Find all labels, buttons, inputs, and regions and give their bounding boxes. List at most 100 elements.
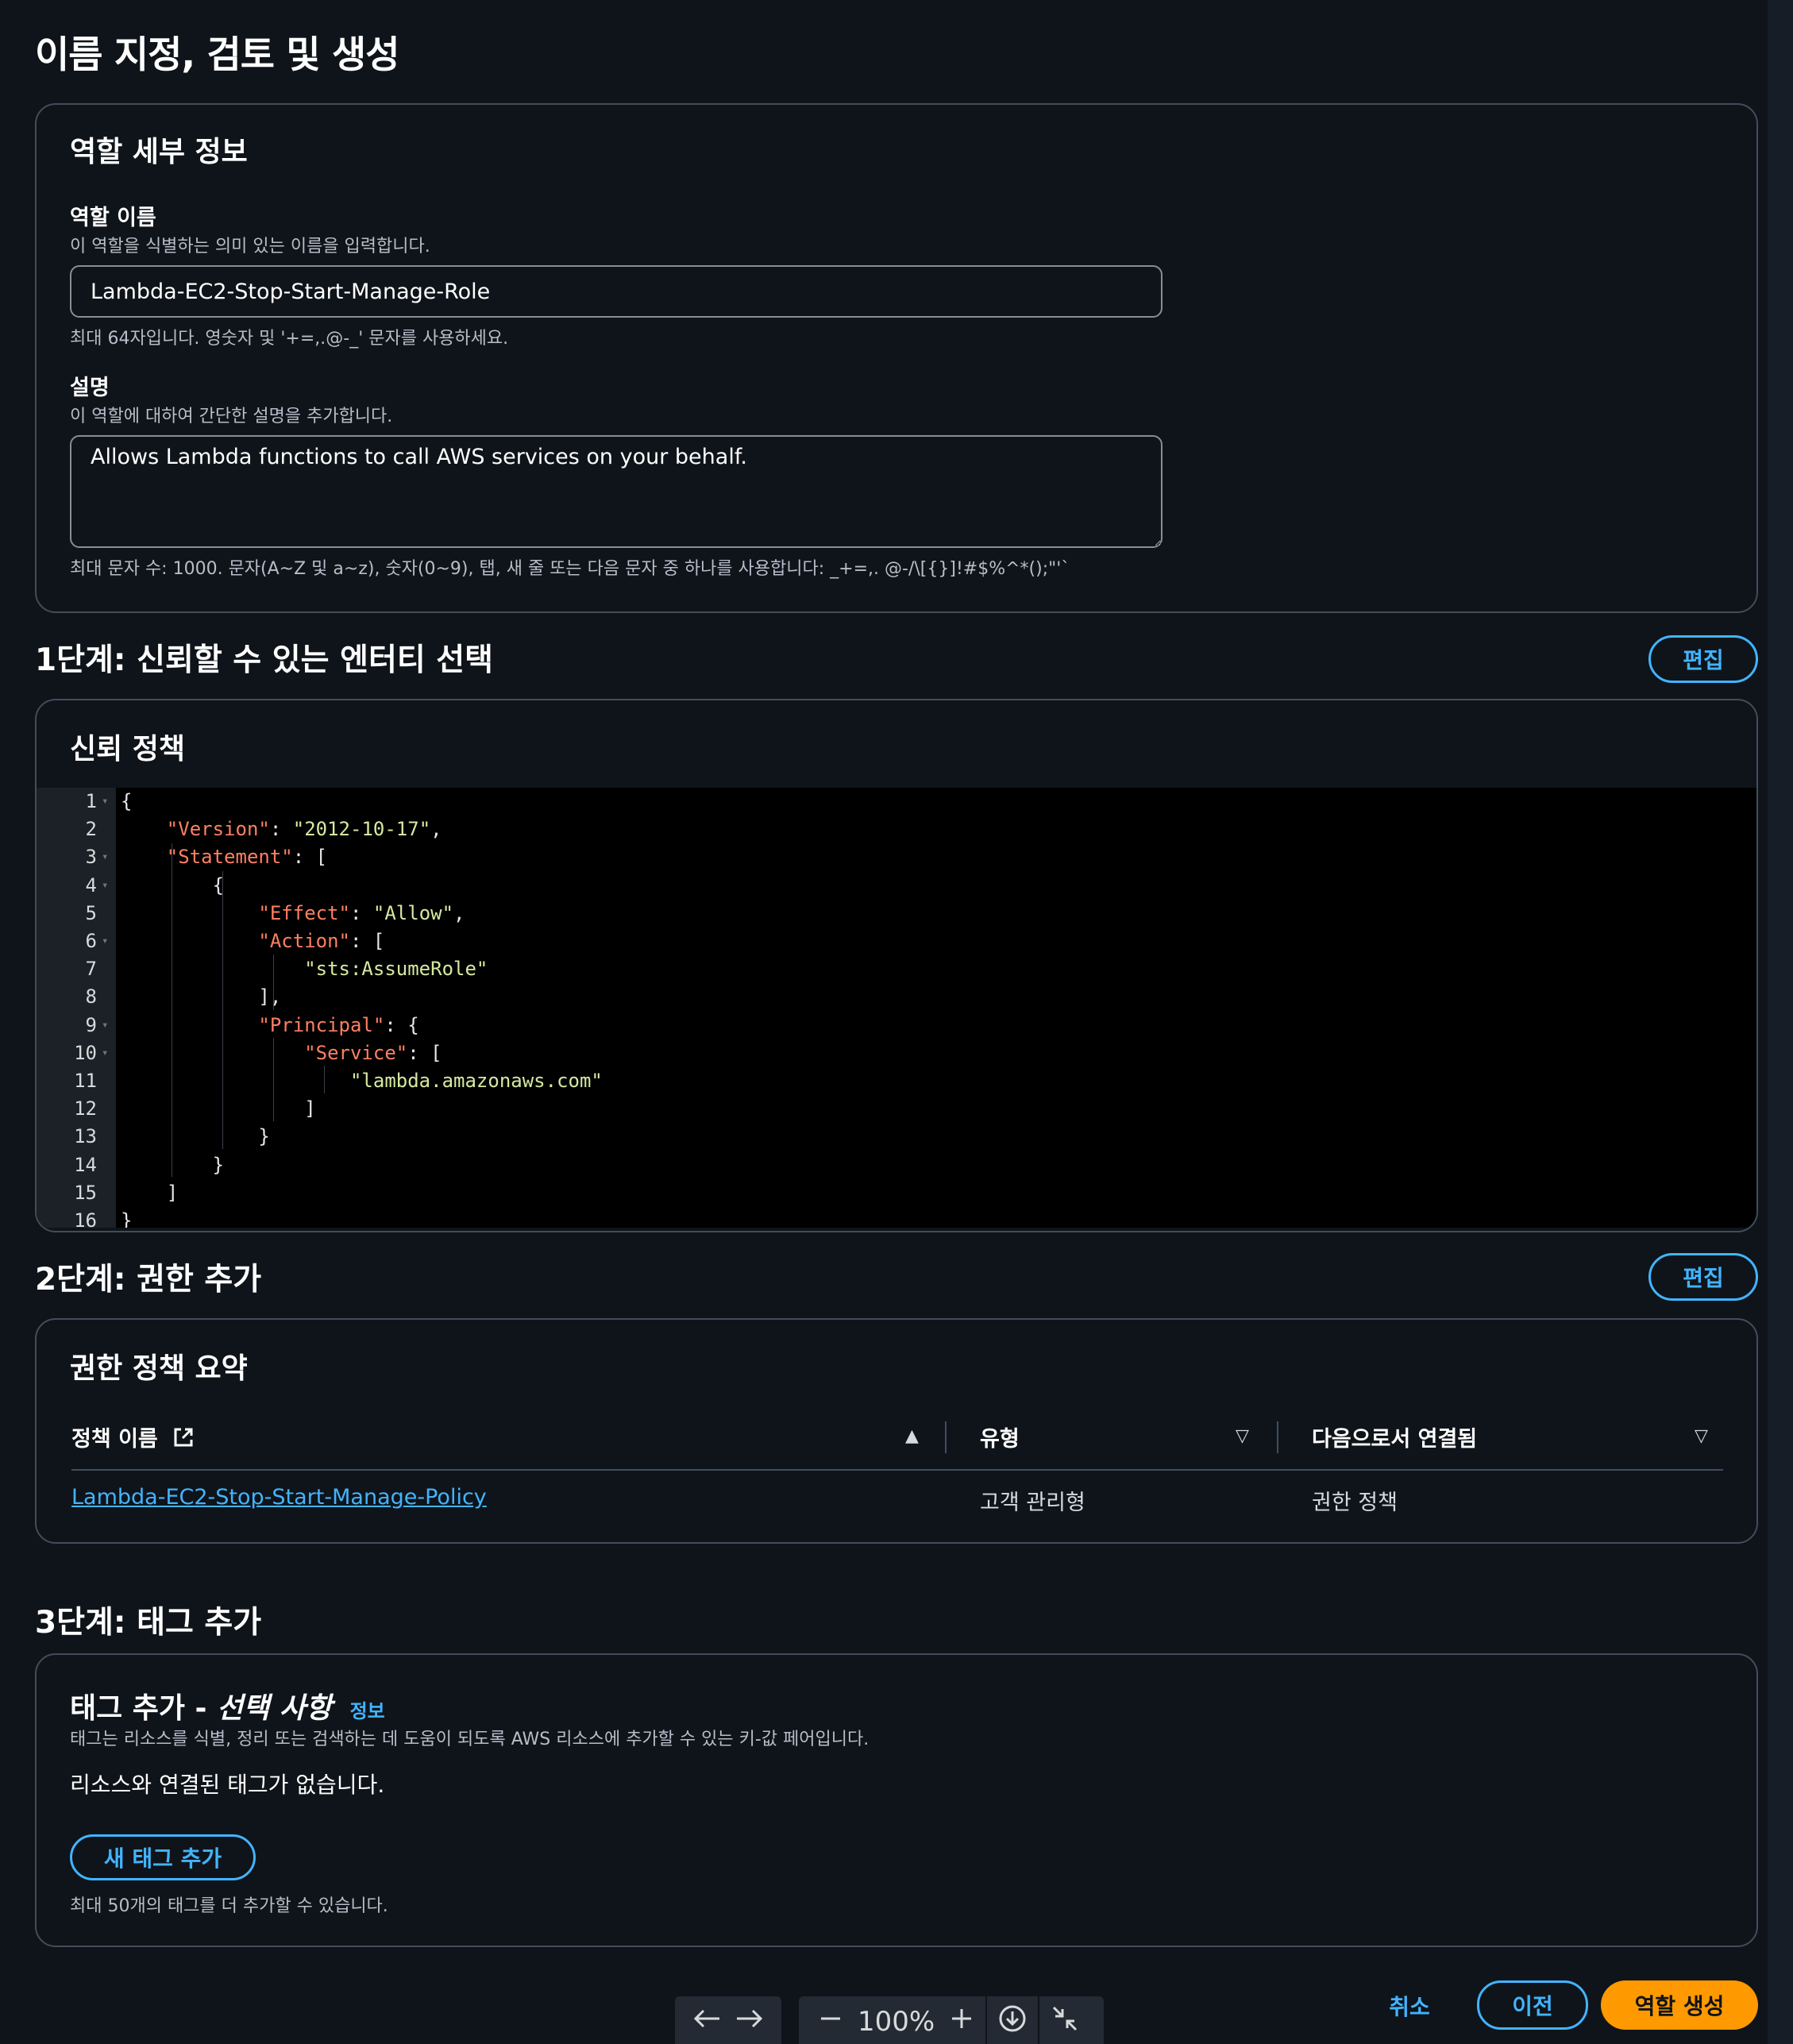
code-line: 4 ▾ { (37, 872, 1756, 900)
column-header-type[interactable]: 유형 (980, 1421, 1020, 1452)
line-number: 12 (74, 1097, 97, 1120)
code-line: 7 "sts:AssumeRole" (37, 955, 1756, 983)
line-number: 2 (85, 818, 97, 841)
column-separator (1277, 1421, 1278, 1453)
sort-descending-icon[interactable]: ▽ (1236, 1426, 1249, 1446)
code-line: 14 } (37, 1151, 1756, 1179)
code-text: "lambda.amazonaws.com" (349, 1070, 603, 1092)
arrow-right-icon[interactable] (734, 2006, 765, 2038)
column-separator (945, 1421, 947, 1453)
fold-arrow-icon[interactable]: ▾ (102, 1012, 108, 1039)
line-number: 16 (74, 1209, 97, 1228)
line-number: 11 (74, 1070, 97, 1092)
fold-arrow-icon[interactable]: ▾ (102, 872, 108, 900)
tag-limit-hint: 최대 50개의 태그를 더 추가할 수 있습니다. (70, 1896, 388, 1916)
role-name-hint: 최대 64자입니다. 영숫자 및 '+=,.@-_' 문자를 사용하세요. (70, 329, 509, 349)
code-text: "Effect": "Allow", (258, 901, 465, 924)
cancel-button[interactable]: 취소 (1374, 1982, 1445, 2030)
fold-arrow-icon[interactable]: ▾ (102, 1039, 108, 1067)
code-line: 2 "Version": "2012-10-17", (37, 816, 1756, 843)
description-description: 이 역할에 대하여 간단한 설명을 추가합니다. (70, 407, 393, 426)
zoom-in-icon[interactable] (949, 2006, 974, 2038)
tags-card-title: 태그 추가 - 선택 사항 정보 (70, 1685, 385, 1726)
add-tag-button[interactable]: 새 태그 추가 (70, 1834, 256, 1880)
permissions-table: 정책 이름 ▲ 유형 ▽ 다음으로서 연결됨 ▽ Lambda-EC2-Stop… (71, 1421, 1723, 1533)
code-line: 1 ▾ { (37, 788, 1756, 816)
code-line: 3 ▾ "Statement": [ (37, 843, 1756, 871)
code-text: ] (121, 1181, 179, 1204)
line-number: 6 (85, 930, 97, 952)
code-text: ], (121, 985, 282, 1009)
code-text: { (121, 874, 225, 897)
table-row: Lambda-EC2-Stop-Start-Manage-Policy 고객 관… (71, 1471, 1723, 1531)
sort-ascending-icon[interactable]: ▲ (905, 1426, 919, 1446)
code-text: "sts:AssumeRole" (304, 958, 488, 981)
line-number: 15 (74, 1181, 97, 1204)
code-line: 6 ▾ "Action": [ (37, 928, 1756, 955)
line-number: 13 (74, 1125, 97, 1148)
arrow-left-icon[interactable] (691, 2006, 723, 2038)
page-title: 이름 지정, 검토 및 생성 (35, 33, 399, 77)
code-text: ] (121, 1097, 316, 1120)
column-header-label: 정책 이름 (71, 1427, 158, 1452)
code-text: } (121, 1209, 133, 1228)
step2-edit-button[interactable]: 편집 (1648, 1253, 1758, 1301)
line-number: 9 (85, 1013, 97, 1036)
description-label: 설명 (70, 376, 110, 400)
code-line: 9 ▾ "Principal": { (37, 1012, 1756, 1039)
fold-arrow-icon[interactable]: ▾ (102, 788, 108, 816)
role-details-card: 역할 세부 정보 역할 이름 이 역할을 식별하는 의미 있는 이름을 입력합니… (35, 103, 1758, 613)
code-text: "Service": [ (304, 1041, 442, 1064)
policy-name-link[interactable]: Lambda-EC2-Stop-Start-Manage-Policy (71, 1485, 487, 1510)
info-link[interactable]: 정보 (350, 1700, 385, 1722)
code-text: "Action": [ (258, 930, 385, 952)
code-line: 8 ], (37, 983, 1756, 1011)
role-name-label: 역할 이름 (70, 206, 156, 230)
step2-title: 2단계: 권한 추가 (35, 1262, 262, 1298)
tags-title-main: 태그 추가 - (70, 1692, 218, 1725)
zoom-level: 100% (858, 2006, 935, 2038)
role-name-description: 이 역할을 식별하는 의미 있는 이름을 입력합니다. (70, 237, 430, 256)
trust-policy-title: 신뢰 정책 (70, 733, 186, 766)
line-number: 3 (85, 846, 97, 869)
code-text: { (121, 790, 133, 812)
description-hint: 최대 문자 수: 1000. 문자(A~Z 및 a~z), 숫자(0~9), 탭… (70, 559, 1070, 579)
code-line: 10 ▾ "Service": [ (37, 1039, 1756, 1067)
trust-policy-code-editor[interactable]: 1 ▾{2 "Version": "2012-10-17", 3 ▾ "Stateme… (37, 788, 1756, 1228)
code-line: 15 ] (37, 1179, 1756, 1207)
role-name-input[interactable] (70, 265, 1163, 318)
sort-descending-icon[interactable]: ▽ (1695, 1426, 1708, 1446)
column-header-attached-as[interactable]: 다음으로서 연결됨 (1312, 1421, 1477, 1452)
step3-title: 3단계: 태그 추가 (35, 1605, 262, 1641)
fold-arrow-icon[interactable]: ▾ (102, 843, 108, 871)
fold-arrow-icon[interactable]: ▾ (102, 928, 108, 955)
download-icon[interactable] (998, 2004, 1027, 2040)
line-number: 14 (74, 1153, 97, 1176)
collapse-icon[interactable] (1051, 2004, 1079, 2040)
description-textarea[interactable] (70, 435, 1163, 548)
line-number: 1 (85, 790, 97, 812)
permissions-summary-card: 권한 정책 요약 정책 이름 ▲ 유형 ▽ 다음으로서 연결됨 ▽ Lambda… (35, 1318, 1758, 1544)
code-text: } (121, 1125, 270, 1148)
code-line: 5 "Effect": "Allow", (37, 900, 1756, 928)
tags-card: 태그 추가 - 선택 사항 정보 태그는 리소스를 식별, 정리 또는 검색하는… (35, 1653, 1758, 1947)
zoom-out-icon[interactable] (818, 2006, 843, 2038)
line-number: 7 (85, 958, 97, 981)
no-tags-text: 리소스와 연결된 태그가 없습니다. (70, 1772, 385, 1798)
policy-attached-as-cell: 권한 정책 (1312, 1491, 1398, 1515)
line-number: 5 (85, 901, 97, 924)
column-header-policy-name[interactable]: 정책 이름 (71, 1421, 195, 1455)
toolbar-separator (1038, 1996, 1040, 2044)
external-link-icon (172, 1425, 195, 1455)
code-line: 16} (37, 1207, 1756, 1228)
scrollbar-track[interactable] (1768, 0, 1793, 2044)
zoom-toolbar: 100% (799, 1996, 1104, 2044)
step1-edit-button[interactable]: 편집 (1648, 635, 1758, 683)
create-role-button[interactable]: 역할 생성 (1601, 1980, 1758, 2030)
tags-description: 태그는 리소스를 식별, 정리 또는 검색하는 데 도움이 되도록 AWS 리소… (70, 1730, 870, 1749)
previous-button[interactable]: 이전 (1477, 1980, 1588, 2030)
code-line: 13 } (37, 1123, 1756, 1151)
toolbar-separator (985, 1996, 988, 2044)
code-line: 12 ] (37, 1095, 1756, 1123)
code-text: "Principal": { (258, 1013, 419, 1036)
